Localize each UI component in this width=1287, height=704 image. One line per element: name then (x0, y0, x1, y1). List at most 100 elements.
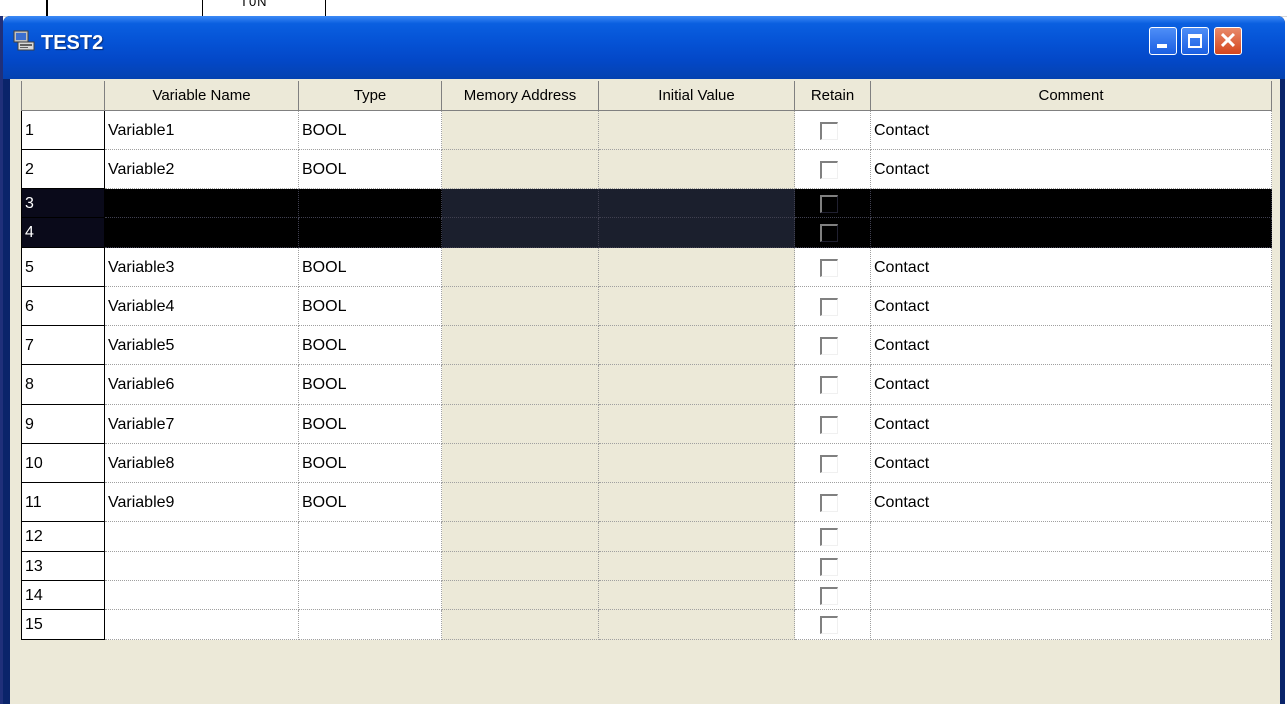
retain-cell[interactable] (795, 326, 871, 365)
row-number[interactable]: 8 (21, 365, 105, 405)
retain-checkbox[interactable] (820, 337, 838, 355)
initial-value-cell[interactable] (599, 111, 795, 150)
memory-address-cell[interactable] (442, 150, 599, 189)
header-comment[interactable]: Comment (871, 81, 1272, 111)
variable-name-cell[interactable] (105, 610, 299, 640)
type-cell[interactable]: BOOL (299, 326, 442, 365)
header-initial-value[interactable]: Initial Value (599, 81, 795, 111)
comment-cell[interactable] (871, 189, 1272, 218)
retain-cell[interactable] (795, 189, 871, 218)
table-row[interactable]: 9 Variable7 BOOL Contact (21, 405, 1272, 444)
header-variable-name[interactable]: Variable Name (105, 81, 299, 111)
memory-address-cell[interactable] (442, 111, 599, 150)
row-number[interactable]: 7 (21, 326, 105, 365)
comment-cell[interactable] (871, 218, 1272, 248)
retain-cell[interactable] (795, 111, 871, 150)
comment-cell[interactable] (871, 610, 1272, 640)
type-cell[interactable]: BOOL (299, 111, 442, 150)
variable-name-cell[interactable] (105, 581, 299, 610)
table-row[interactable]: 10 Variable8 BOOL Contact (21, 444, 1272, 483)
initial-value-cell[interactable] (599, 552, 795, 581)
row-number[interactable]: 5 (21, 248, 105, 287)
retain-checkbox[interactable] (820, 298, 838, 316)
row-header[interactable] (21, 81, 105, 111)
row-number[interactable]: 4 (21, 218, 105, 248)
retain-cell[interactable] (795, 150, 871, 189)
variable-name-cell[interactable]: Variable7 (105, 405, 299, 444)
variable-name-cell[interactable]: Variable8 (105, 444, 299, 483)
retain-checkbox[interactable] (820, 195, 838, 213)
initial-value-cell[interactable] (599, 522, 795, 552)
close-button[interactable]: ✕ (1214, 27, 1242, 55)
comment-cell[interactable]: Contact (871, 287, 1272, 326)
retain-cell[interactable] (795, 522, 871, 552)
header-retain[interactable]: Retain (795, 81, 871, 111)
comment-cell[interactable]: Contact (871, 111, 1272, 150)
initial-value-cell[interactable] (599, 581, 795, 610)
retain-checkbox[interactable] (820, 122, 838, 140)
row-number[interactable]: 10 (21, 444, 105, 483)
retain-cell[interactable] (795, 248, 871, 287)
retain-checkbox[interactable] (820, 224, 838, 242)
variable-name-cell[interactable] (105, 552, 299, 581)
memory-address-cell[interactable] (442, 218, 599, 248)
table-row[interactable]: 1 Variable1 BOOL Contact (21, 111, 1272, 150)
retain-checkbox[interactable] (820, 558, 838, 576)
row-number[interactable]: 1 (21, 111, 105, 150)
variable-name-cell[interactable]: Variable4 (105, 287, 299, 326)
header-type[interactable]: Type (299, 81, 442, 111)
type-cell[interactable] (299, 218, 442, 248)
row-number[interactable]: 2 (21, 150, 105, 189)
minimize-button[interactable] (1149, 27, 1177, 55)
comment-cell[interactable] (871, 581, 1272, 610)
variable-name-cell[interactable]: Variable2 (105, 150, 299, 189)
row-number[interactable]: 11 (21, 483, 105, 522)
retain-cell[interactable] (795, 581, 871, 610)
variable-name-cell[interactable] (105, 218, 299, 248)
memory-address-cell[interactable] (442, 365, 599, 405)
variable-name-cell[interactable]: Variable6 (105, 365, 299, 405)
initial-value-cell[interactable] (599, 287, 795, 326)
retain-checkbox[interactable] (820, 528, 838, 546)
retain-checkbox[interactable] (820, 616, 838, 634)
retain-checkbox[interactable] (820, 376, 838, 394)
row-number[interactable]: 9 (21, 405, 105, 444)
initial-value-cell[interactable] (599, 365, 795, 405)
type-cell[interactable]: BOOL (299, 365, 442, 405)
retain-cell[interactable] (795, 218, 871, 248)
initial-value-cell[interactable] (599, 610, 795, 640)
retain-checkbox[interactable] (820, 455, 838, 473)
row-number[interactable]: 15 (21, 610, 105, 640)
initial-value-cell[interactable] (599, 405, 795, 444)
table-row[interactable]: 3 (21, 189, 1272, 218)
type-cell[interactable]: BOOL (299, 405, 442, 444)
type-cell[interactable]: BOOL (299, 444, 442, 483)
type-cell[interactable] (299, 189, 442, 218)
memory-address-cell[interactable] (442, 483, 599, 522)
type-cell[interactable]: BOOL (299, 150, 442, 189)
retain-checkbox[interactable] (820, 416, 838, 434)
table-row[interactable]: 4 (21, 218, 1272, 248)
memory-address-cell[interactable] (442, 248, 599, 287)
memory-address-cell[interactable] (442, 189, 599, 218)
table-row[interactable]: 15 (21, 610, 1272, 640)
type-cell[interactable]: BOOL (299, 287, 442, 326)
type-cell[interactable] (299, 610, 442, 640)
variable-name-cell[interactable]: Variable3 (105, 248, 299, 287)
comment-cell[interactable]: Contact (871, 483, 1272, 522)
retain-checkbox[interactable] (820, 259, 838, 277)
memory-address-cell[interactable] (442, 581, 599, 610)
retain-cell[interactable] (795, 287, 871, 326)
row-number[interactable]: 13 (21, 552, 105, 581)
table-row[interactable]: 14 (21, 581, 1272, 610)
retain-checkbox[interactable] (820, 494, 838, 512)
retain-cell[interactable] (795, 405, 871, 444)
table-row[interactable]: 8 Variable6 BOOL Contact (21, 365, 1272, 405)
variable-name-cell[interactable] (105, 189, 299, 218)
title-bar[interactable]: TEST2 ✕ (3, 16, 1285, 79)
table-row[interactable]: 13 (21, 552, 1272, 581)
comment-cell[interactable]: Contact (871, 150, 1272, 189)
variable-name-cell[interactable]: Variable9 (105, 483, 299, 522)
type-cell[interactable]: BOOL (299, 483, 442, 522)
row-number[interactable]: 3 (21, 189, 105, 218)
